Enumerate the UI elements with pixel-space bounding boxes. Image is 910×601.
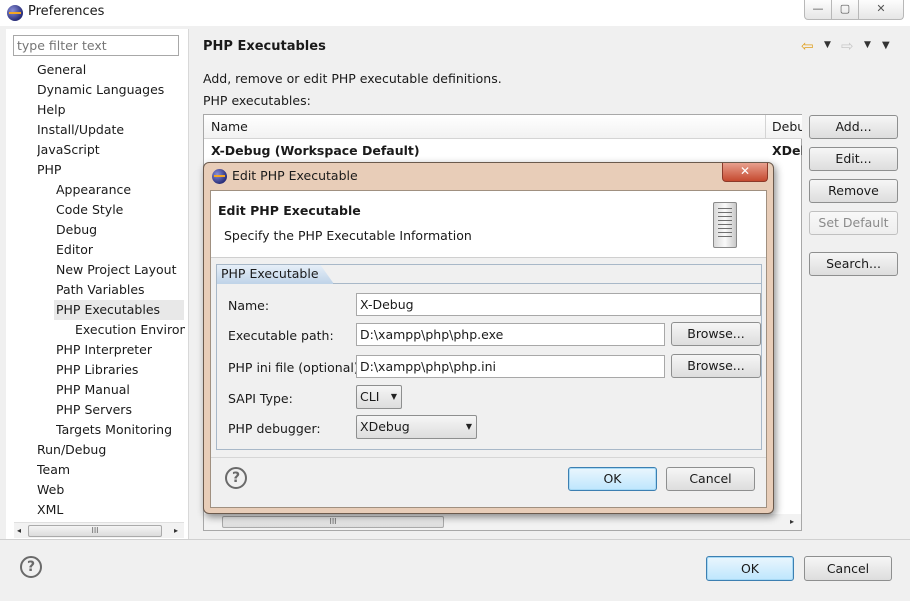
tree-item[interactable]: Editor [56, 240, 186, 260]
tree-item[interactable]: Web [37, 480, 187, 500]
tree-item[interactable]: Debug [56, 220, 186, 240]
table-horizontal-scrollbar[interactable]: III ▸ [204, 514, 801, 530]
edit-button[interactable]: Edit... [809, 147, 898, 171]
filter-input[interactable] [13, 35, 179, 56]
tree-item[interactable]: Path Variables [56, 280, 186, 300]
eclipse-icon [212, 169, 227, 184]
dialog-close-button[interactable]: ✕ [722, 163, 768, 182]
dialog-button-divider [211, 457, 766, 458]
table-row-name[interactable]: X-Debug (Workspace Default) [211, 143, 420, 158]
edit-php-executable-dialog: Edit PHP Executable ✕ Edit PHP Executabl… [203, 162, 774, 514]
footer-divider [0, 539, 910, 540]
view-menu-icon[interactable]: ▼ [882, 40, 890, 51]
set-default-button[interactable]: Set Default [809, 211, 898, 235]
dialog-message: Specify the PHP Executable Information [224, 228, 472, 243]
page-title: PHP Executables [203, 39, 326, 54]
php-debugger-label: PHP debugger: [228, 421, 321, 436]
add-button[interactable]: Add... [809, 115, 898, 139]
dialog-title: Edit PHP Executable [232, 168, 358, 183]
tree-item[interactable]: PHP Interpreter [56, 340, 186, 360]
tree-item[interactable]: Targets Monitoring [56, 420, 186, 440]
help-icon[interactable]: ? [225, 467, 247, 489]
browse-executable-button[interactable]: Browse... [671, 322, 761, 346]
browse-ini-button[interactable]: Browse... [671, 354, 761, 378]
dialog-cancel-button[interactable]: Cancel [666, 467, 755, 491]
tree-item[interactable]: Dynamic Languages [37, 80, 187, 100]
tree-item[interactable]: Code Style [56, 200, 186, 220]
chevron-down-icon: ▼ [465, 422, 472, 431]
table-row-debugger[interactable]: XDel [772, 143, 802, 158]
executable-path-field[interactable]: D:\xampp\php\php.exe [356, 323, 665, 346]
tree-item[interactable]: Appearance [56, 180, 186, 200]
tree-item[interactable]: New Project Layout [56, 260, 186, 280]
column-header-debugger[interactable]: Debu [766, 115, 802, 139]
minimize-button[interactable]: — [804, 0, 832, 20]
tree-horizontal-scrollbar[interactable]: ◂ III ▸ [14, 522, 184, 538]
tree-item[interactable]: Team [37, 460, 187, 480]
dialog-heading: Edit PHP Executable [218, 203, 361, 218]
name-label: Name: [228, 298, 270, 313]
search-button[interactable]: Search... [809, 252, 898, 276]
tree-item[interactable]: Help [37, 100, 187, 120]
tree-item[interactable]: General [37, 60, 187, 80]
scroll-thumb[interactable]: III [222, 516, 444, 528]
close-button[interactable]: ✕ [858, 0, 904, 20]
server-icon [713, 202, 737, 248]
dialog-body: Edit PHP Executable Specify the PHP Exec… [210, 190, 767, 508]
ini-file-field[interactable]: D:\xampp\php\php.ini [356, 355, 665, 378]
tab-php-executable[interactable]: PHP Executable [216, 264, 334, 284]
back-arrow-icon[interactable]: ⇦ [801, 37, 814, 55]
dialog-banner: Edit PHP Executable Specify the PHP Exec… [211, 191, 766, 258]
tree-item[interactable]: PHP Executables [54, 300, 184, 320]
tree-item[interactable]: Execution Environ [75, 320, 185, 340]
cancel-button[interactable]: Cancel [804, 556, 892, 581]
ini-file-label: PHP ini file (optional): [228, 360, 363, 375]
title-bar: Preferences — ▢ ✕ [0, 0, 910, 26]
tree-item[interactable]: PHP [37, 160, 187, 180]
tree-item[interactable]: Run/Debug [37, 440, 187, 460]
sapi-type-label: SAPI Type: [228, 391, 293, 406]
window-title: Preferences [28, 4, 105, 19]
dialog-ok-button[interactable]: OK [568, 467, 657, 491]
sapi-type-select[interactable]: CLI ▼ [356, 385, 402, 409]
scroll-left-arrow-icon[interactable]: ◂ [17, 526, 21, 535]
tree-item[interactable]: XML [37, 500, 187, 520]
scroll-thumb[interactable]: III [28, 525, 162, 537]
forward-dropdown-icon[interactable]: ▼ [864, 40, 871, 50]
name-field[interactable]: X-Debug [356, 293, 761, 316]
executable-path-label: Executable path: [228, 328, 334, 343]
forward-arrow-icon[interactable]: ⇨ [841, 37, 854, 55]
tree-item[interactable]: PHP Manual [56, 380, 186, 400]
scroll-right-arrow-icon[interactable]: ▸ [790, 517, 794, 526]
scroll-right-arrow-icon[interactable]: ▸ [174, 526, 178, 535]
tree-item[interactable]: Install/Update [37, 120, 187, 140]
ok-button[interactable]: OK [706, 556, 794, 581]
maximize-button[interactable]: ▢ [831, 0, 859, 20]
tree-item[interactable]: PHP Servers [56, 400, 186, 420]
eclipse-icon [7, 5, 23, 21]
preference-tree-pane: GeneralDynamic LanguagesHelpInstall/Upda… [6, 29, 189, 539]
php-debugger-select[interactable]: XDebug ▼ [356, 415, 477, 439]
chevron-down-icon: ▼ [390, 392, 397, 401]
table-label: PHP executables: [203, 93, 311, 108]
page-description: Add, remove or edit PHP executable defin… [203, 71, 502, 86]
back-dropdown-icon[interactable]: ▼ [824, 40, 831, 50]
tree-item[interactable]: PHP Libraries [56, 360, 186, 380]
remove-button[interactable]: Remove [809, 179, 898, 203]
tree-item[interactable]: JavaScript [37, 140, 187, 160]
help-icon[interactable]: ? [20, 556, 42, 578]
tab-folder: PHP Executable Name: X-Debug Executable … [216, 264, 762, 450]
column-header-name[interactable]: Name [204, 115, 766, 139]
